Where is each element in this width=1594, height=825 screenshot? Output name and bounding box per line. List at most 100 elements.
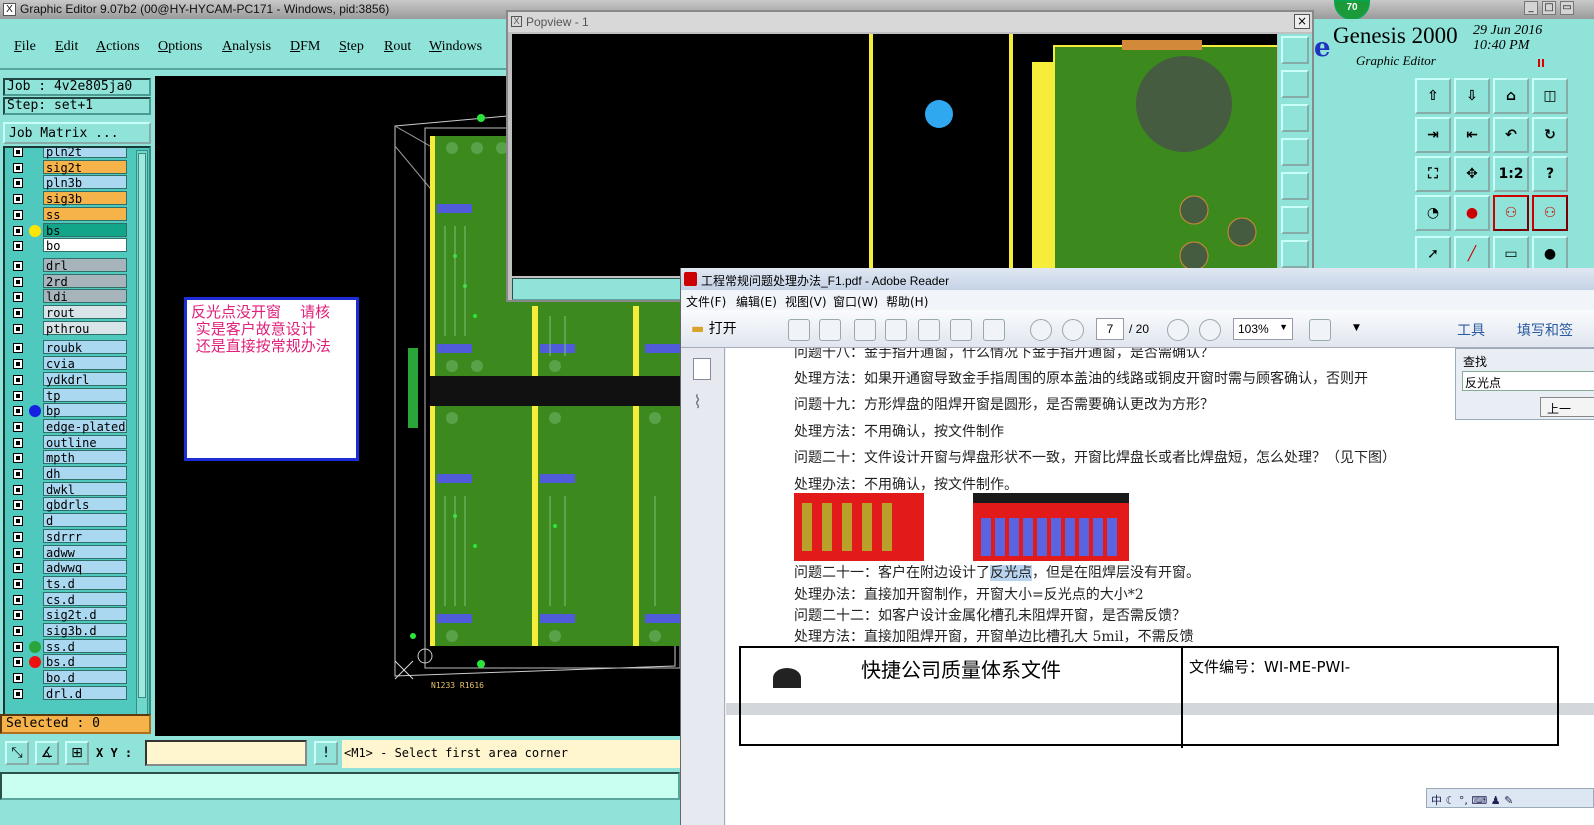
save-icon[interactable] [918,319,940,341]
layer-list-scrollbar[interactable] [136,150,148,718]
layer-row[interactable]: sig2t.d [7,607,129,622]
print-icon[interactable] [950,319,972,341]
pages-icon[interactable] [693,358,711,380]
menu-help[interactable]: 帮助(H) [886,293,928,310]
layer-name[interactable]: cvia [43,356,127,371]
layer-row[interactable]: adwwq [7,560,129,575]
fill-sign-button[interactable]: 填写和签 [1517,320,1573,340]
layer-row[interactable]: drl.d [7,685,129,701]
layer-row[interactable]: pthrou [7,320,129,336]
layer-checkbox[interactable] [13,610,23,621]
layer-checkbox[interactable] [13,641,23,652]
layer-name[interactable]: pln2t [43,148,127,159]
layer-name[interactable]: rout [43,305,127,320]
layer-name[interactable]: bo [43,238,127,253]
layer-row[interactable]: dwkl [7,481,129,497]
layer-name[interactable]: sig2t [43,159,127,175]
layer-name[interactable]: d [43,513,127,528]
layer-checkbox[interactable] [13,162,23,173]
layer-row[interactable]: dh [7,466,129,481]
window-icon[interactable]: ◫ [1532,78,1568,114]
layer-row[interactable]: roubk [7,340,129,355]
layer-row[interactable]: bp [7,403,129,418]
layer-checkbox[interactable] [13,308,23,318]
layer-name[interactable]: gbdrls [43,497,127,512]
pointer-icon[interactable]: ➚ [1415,236,1451,272]
layer-row[interactable]: 2rd [7,273,129,289]
layer-name[interactable]: adwwq [43,560,127,575]
prev-page-icon[interactable] [1030,319,1052,341]
layer-checkbox[interactable] [13,657,23,668]
layer-name[interactable]: bs [43,222,127,238]
step-up-icon[interactable] [1281,70,1309,98]
layer-checkbox[interactable] [13,673,23,684]
layer-checkbox[interactable] [13,531,23,542]
menu-window[interactable]: 窗口(W) [833,293,878,310]
menu-actions[interactable]: Actions [96,39,140,55]
upload-icon[interactable] [885,319,907,341]
layer-row[interactable]: gbdrls [7,497,129,512]
enter-icon[interactable]: ⇥ [1415,117,1451,153]
layer-checkbox[interactable] [13,594,23,605]
export-icon[interactable] [819,319,841,341]
info-icon[interactable]: ! [314,741,338,765]
layer-name[interactable]: cs.d [43,591,127,607]
layer-name[interactable]: bs.d [43,654,127,669]
layer-name[interactable]: roubk [43,340,127,355]
scale-icon[interactable]: 1:2 [1493,156,1529,192]
layer-checkbox[interactable] [13,421,23,432]
step-down-icon[interactable]: ⇩ [1454,78,1490,114]
layer-name[interactable]: bp [43,403,127,418]
ime-toolbar[interactable]: 中 ☾ °, ⌨ ♟ ✎ [1426,788,1594,808]
ruler-icon[interactable]: ▭ [1493,236,1529,272]
layer-checkbox[interactable] [13,359,23,370]
measure-icon[interactable]: ∡ [35,741,59,765]
pad-icon[interactable]: ● [1532,236,1568,272]
layer-row[interactable]: d [7,513,129,528]
undo-icon[interactable]: ↶ [1493,117,1529,153]
grid-snap-icon[interactable]: ⊞ [65,741,89,765]
layer-checkbox[interactable] [13,626,23,636]
layer-row[interactable]: outline [7,434,129,450]
menu-edit[interactable]: 编辑(E) [736,293,777,310]
pause-icon[interactable] [1538,59,1544,67]
layer-checkbox[interactable] [13,453,23,464]
layer-row[interactable]: bs [7,222,129,238]
layer-row[interactable]: cvia [7,356,129,371]
layer-row[interactable]: rout [7,305,129,320]
layer-name[interactable]: adww [43,544,127,560]
menu-windows[interactable]: Windows [429,39,482,55]
layer-name[interactable]: drl [43,257,127,273]
fullscreen-icon[interactable] [1309,319,1331,341]
layer-name[interactable]: sig2t.d [43,607,127,622]
zoom-in-icon[interactable] [1199,319,1221,341]
layer-row[interactable]: sig3b.d [7,623,129,638]
layer-checkbox[interactable] [13,260,23,271]
exit-icon[interactable]: ⇤ [1454,117,1490,153]
layer-row[interactable]: adww [7,544,129,560]
layer-checkbox[interactable] [13,194,23,205]
center-icon[interactable] [1281,206,1309,234]
layer-checkbox[interactable] [13,209,23,220]
layer-row[interactable]: tp [7,387,129,403]
layer-name[interactable]: mpth [43,450,127,465]
layer-checkbox[interactable] [13,437,23,448]
menu-rout[interactable]: Rout [384,39,411,55]
menu-file[interactable]: File [14,39,36,55]
layer-checkbox[interactable] [13,374,23,385]
zoom-fit-icon[interactable] [1281,36,1309,64]
step-up-icon[interactable]: ⇧ [1415,78,1451,114]
xy-input[interactable] [145,740,307,766]
next-page-icon[interactable] [1062,319,1084,341]
layer-row[interactable]: ss.d [7,638,129,654]
layer-checkbox[interactable] [13,406,23,417]
enter-icon[interactable] [1281,138,1309,166]
layer-name[interactable]: outline [43,434,127,450]
layer-name[interactable]: dh [43,466,127,481]
route-icon[interactable]: ⚇ [1532,195,1568,231]
layer-checkbox[interactable] [13,343,23,354]
layer-row[interactable]: ldi [7,289,129,304]
layer-row[interactable]: sig2t [7,159,129,175]
restore-button[interactable]: ▭ [1560,1,1574,15]
layer-row[interactable]: drl [7,257,129,273]
